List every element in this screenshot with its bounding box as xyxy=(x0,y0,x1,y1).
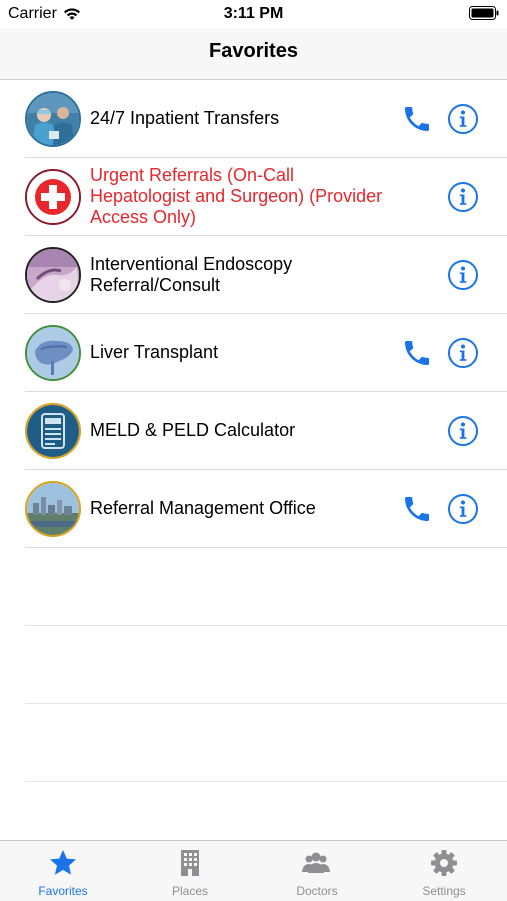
tab-label: Places xyxy=(171,884,209,898)
red-cross-icon xyxy=(25,169,81,225)
info-icon[interactable] xyxy=(447,337,479,369)
navigation-bar: Favorites xyxy=(0,28,507,80)
row-separator xyxy=(25,781,507,782)
building-icon xyxy=(181,850,199,876)
tab-label: Favorites xyxy=(38,884,88,898)
tab-bar: Favorites Places Doctors Settings xyxy=(0,840,507,901)
empty-list-row xyxy=(0,548,507,626)
phone-icon[interactable] xyxy=(401,493,433,525)
list-item-meld-peld-calculator[interactable]: MELD & PELD Calculator xyxy=(0,392,507,470)
list-item-interventional-endoscopy[interactable]: Interventional Endoscopy Referral/Consul… xyxy=(0,236,507,314)
calculator-icon xyxy=(25,403,81,459)
empty-list-row xyxy=(0,626,507,704)
favorites-list: 24/7 Inpatient Transfers Urgent Referral… xyxy=(0,80,507,782)
tab-label: Settings xyxy=(422,884,466,898)
tab-label: Doctors xyxy=(296,884,338,898)
info-icon[interactable] xyxy=(447,415,479,447)
tab-settings[interactable]: Settings xyxy=(381,841,507,901)
info-icon[interactable] xyxy=(447,259,479,291)
row-label: Referral Management Office xyxy=(90,498,316,518)
liver-icon xyxy=(25,325,81,381)
page-title: Favorites xyxy=(209,40,298,62)
list-item-referral-management-office[interactable]: Referral Management Office xyxy=(0,470,507,548)
info-icon[interactable] xyxy=(447,493,479,525)
list-item-urgent-referrals[interactable]: Urgent Referrals (On-Call Hepatologist a… xyxy=(0,158,507,236)
phone-icon[interactable] xyxy=(401,337,433,369)
status-bar: Carrier 3:11 PM xyxy=(0,0,507,28)
info-icon[interactable] xyxy=(447,103,479,135)
row-label: Urgent Referrals (On-Call Hepatologist a… xyxy=(90,165,383,227)
info-icon[interactable] xyxy=(447,181,479,213)
status-time: 3:11 PM xyxy=(223,5,284,22)
row-label: Liver Transplant xyxy=(90,342,219,362)
phone-icon[interactable] xyxy=(401,103,433,135)
endoscopy-photo-icon xyxy=(25,247,81,303)
tab-favorites[interactable]: Favorites xyxy=(0,841,126,901)
list-item-inpatient-transfers[interactable]: 24/7 Inpatient Transfers xyxy=(0,80,507,158)
city-skyline-photo-icon xyxy=(25,481,81,537)
battery-icon xyxy=(469,6,499,20)
doctors-photo-icon xyxy=(25,91,81,147)
empty-list-row xyxy=(0,704,507,782)
gear-icon xyxy=(431,850,457,876)
list-item-liver-transplant[interactable]: Liver Transplant xyxy=(0,314,507,392)
tab-places[interactable]: Places xyxy=(127,841,253,901)
row-label: 24/7 Inpatient Transfers xyxy=(90,108,280,128)
people-icon xyxy=(302,852,330,873)
star-icon xyxy=(50,850,76,875)
row-label: Interventional Endoscopy Referral/Consul… xyxy=(90,253,293,295)
tab-doctors[interactable]: Doctors xyxy=(254,841,380,901)
row-label: MELD & PELD Calculator xyxy=(90,420,296,440)
